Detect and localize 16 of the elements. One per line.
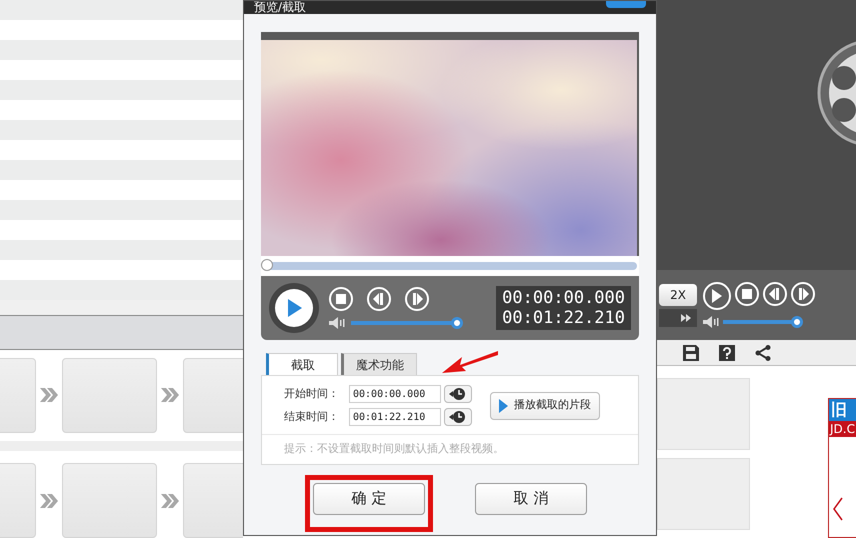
ad-subtitle: JD.C [829,421,856,437]
ad-title: 旧 [829,399,856,421]
tab[interactable]: 魔术功能 [341,353,417,375]
dialog-button[interactable]: 确 定 [313,482,425,514]
time-field[interactable]: 00:01:22.210 [349,408,441,426]
field-label: 结束时间： [284,408,340,425]
speed-button[interactable]: 2X [659,284,697,306]
dialog-button[interactable]: 取 消 [475,482,587,514]
play-clip-button[interactable]: 播放截取的片段 [490,392,600,420]
tab[interactable]: 截取 [266,353,338,375]
time-field[interactable]: 00:00:00.000 [349,385,441,403]
field-label: 开始时间： [284,386,340,402]
total-time: 00:01:22.210 [502,308,625,328]
current-time: 00:00:00.000 [502,288,625,308]
hint-text: 提示：不设置截取时间则默认插入整段视频。 [283,441,505,457]
window-title: 预览/截取 [254,1,306,13]
